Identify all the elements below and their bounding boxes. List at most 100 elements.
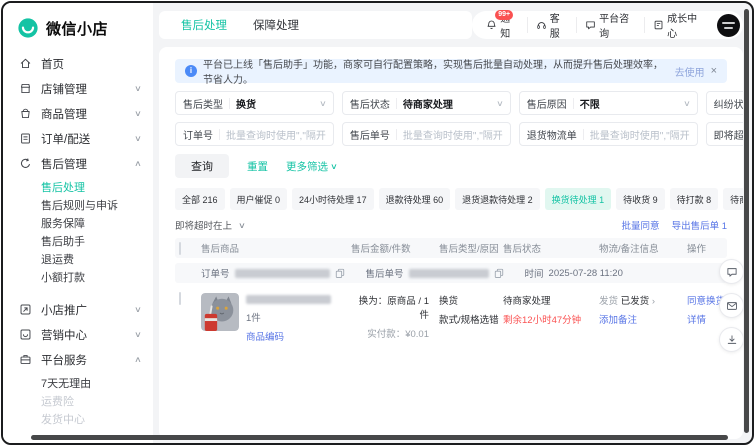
tab-guarantee-handle[interactable]: 保障处理 <box>253 17 299 33</box>
sidebar-item-7day-no-reason[interactable]: 7天无理由 <box>3 374 153 392</box>
arrow-right-icon: › <box>652 296 655 307</box>
close-icon[interactable]: × <box>711 65 717 77</box>
status-cell: 待商家处理 剩余12小时47分钟 <box>503 293 599 326</box>
sidebar-item-freight-insurance[interactable]: 运费险 <box>3 392 153 410</box>
paid-amount: 实付款：¥0.01 <box>351 326 429 340</box>
filter-return-tracking-input[interactable]: 退货物流单 批量查询时使用","隔开 <box>519 122 698 146</box>
chevron-down-icon: ∨ <box>134 109 142 118</box>
horizontal-scrollbar[interactable] <box>31 435 728 440</box>
more-filters-button[interactable]: 更多筛选 ∨ <box>286 159 337 174</box>
product-image <box>201 293 239 331</box>
return-tracking-placeholder: 批量查询时使用","隔开 <box>590 127 690 142</box>
floating-toolbar <box>719 259 744 352</box>
customer-service-button[interactable]: 客服 <box>527 17 576 33</box>
status-tab-await-payment[interactable]: 待打款 8 <box>670 188 719 210</box>
col-header-logistics: 物流/备注信息 <box>599 241 687 255</box>
ship-status-link[interactable]: 已发货 <box>621 296 650 307</box>
marketing-icon <box>19 328 33 342</box>
aftersales-panel: i 平台已上线「售后助手」功能，商家可自行配置策略，实现售后批量自动处理，从而提… <box>159 47 743 439</box>
query-button[interactable]: 查询 <box>175 154 229 178</box>
page-tabs: 售后处理 保障处理 <box>159 11 472 39</box>
storefront-icon <box>19 82 33 96</box>
tab-aftersales-handle[interactable]: 售后处理 <box>181 17 227 33</box>
filter-expiring-soon[interactable]: 即将超时 不限 ∨ <box>706 122 743 146</box>
chevron-down-icon: ∨ <box>683 99 691 108</box>
sidebar-item-aftersales-rules[interactable]: 售后规则与申诉 <box>3 196 153 214</box>
sku-code-link[interactable]: 商品编码 <box>246 332 284 343</box>
sidebar-item-service-guarantee[interactable]: 服务保障 <box>3 214 153 232</box>
platform-submenu: 7天无理由 运费险 发货中心 <box>3 374 153 428</box>
growth-center-button[interactable]: 成长中心 <box>644 17 712 33</box>
notifications-button[interactable]: 通知 99+ <box>478 17 526 33</box>
copy-icon[interactable] <box>335 268 345 278</box>
filter-aftersale-status[interactable]: 售后状态 待商家处理 ∨ <box>342 91 511 115</box>
platform-consult-button[interactable]: 平台咨询 <box>576 17 644 33</box>
filter-dispute-status[interactable]: 纠纷状态 不限 ∨ <box>706 91 743 115</box>
amount-cell: 换为：原商品 / 1件 实付款：¥0.01 <box>351 293 439 340</box>
mail-float-button[interactable] <box>719 293 744 318</box>
col-header-amount: 售后金额/件数 <box>351 241 439 255</box>
chevron-down-icon: ∨ <box>134 330 142 339</box>
sidebar-item-orders[interactable]: 订单/配送 ∨ <box>3 126 153 151</box>
filter-order-number-input[interactable]: 订单号 批量查询时使用","隔开 <box>175 122 334 146</box>
download-float-button[interactable] <box>719 327 744 352</box>
status-tab-refund-pending[interactable]: 退款待处理 60 <box>379 188 451 210</box>
sidebar-item-return-freight[interactable]: 退运费 <box>3 250 153 268</box>
vertical-scrollbar[interactable] <box>744 9 749 433</box>
sort-selector[interactable]: 即将超时在上 ∨ <box>175 218 245 232</box>
status-tab-exchange-pending[interactable]: 换货待处理 1 <box>545 188 612 210</box>
chevron-down-icon: ∨ <box>134 305 142 314</box>
status-tab-await-receipt[interactable]: 待收货 9 <box>616 188 665 210</box>
sidebar-item-home[interactable]: 首页 <box>3 51 153 76</box>
add-note-link[interactable]: 添加备注 <box>599 312 687 326</box>
sidebar-item-promotion[interactable]: 小店推广 ∨ <box>3 297 153 322</box>
col-header-actions: 操作 <box>687 241 723 255</box>
filter-actions: 查询 重置 更多筛选 ∨ <box>175 154 727 178</box>
status-tab-user-urge[interactable]: 用户催促 0 <box>230 188 288 210</box>
message-float-button[interactable] <box>719 259 744 284</box>
product-cell: 1件 商品编码 <box>201 293 351 343</box>
status-tab-await-evidence[interactable]: 待商家补充凭证 0 <box>723 188 743 210</box>
chevron-down-icon: ∨ <box>319 99 327 108</box>
shop-avatar[interactable] <box>717 14 740 37</box>
filter-aftersale-number-input[interactable]: 售后单号 批量查询时使用","隔开 <box>342 122 511 146</box>
status-tab-return-refund-pending[interactable]: 退货退款待处理 2 <box>455 188 540 210</box>
export-aftersales-link[interactable]: 导出售后单 1 <box>672 218 727 232</box>
product-qty: 1件 <box>246 310 331 324</box>
header-actions: 通知 99+ 客服 平台咨询 成长中心 <box>472 11 743 39</box>
ship-label: 发货 <box>599 296 618 307</box>
info-icon: i <box>185 65 197 77</box>
notice-use-link[interactable]: 去使用 <box>675 64 705 79</box>
cat-photo <box>201 293 239 331</box>
app-window: 微信小店 首页 店铺管理 ∨ 商品管理 ∨ 订单/配送 ∨ 售后管理 ∧ 售后处… <box>1 1 754 445</box>
notice-banner: i 平台已上线「售后助手」功能，商家可自行配置策略，实现售后批量自动处理，从而提… <box>175 59 727 83</box>
sidebar-item-aftersales-assistant[interactable]: 售后助手 <box>3 232 153 250</box>
sidebar-item-marketing[interactable]: 营销中心 ∨ <box>3 322 153 347</box>
briefcase-icon <box>19 353 33 367</box>
select-all-checkbox[interactable] <box>179 242 181 255</box>
filter-aftersale-type[interactable]: 售后类型 换货 ∨ <box>175 91 334 115</box>
document-icon <box>653 19 664 31</box>
status-tab-all[interactable]: 全部 216 <box>175 188 225 210</box>
sidebar-item-product-mgmt[interactable]: 商品管理 ∨ <box>3 101 153 126</box>
sidebar-item-small-payment[interactable]: 小额打款 <box>3 268 153 286</box>
sidebar-item-shipping-center[interactable]: 发货中心 <box>3 410 153 428</box>
sidebar-item-aftersales-mgmt[interactable]: 售后管理 ∧ <box>3 151 153 176</box>
status-tab-bar: 全部 216 用户催促 0 24小时待处理 17 退款待处理 60 退货退款待处… <box>175 188 727 210</box>
row-checkbox[interactable] <box>179 292 181 305</box>
table-row: 1件 商品编码 换为：原商品 / 1件 实付款：¥0.01 换货 款式/规格选错… <box>175 283 727 357</box>
col-header-status: 售后状态 <box>503 241 599 255</box>
aftersale-number-placeholder: 批量查询时使用","隔开 <box>403 127 503 142</box>
notice-text: 平台已上线「售后助手」功能，商家可自行配置策略，实现售后批量自动处理，从而提升售… <box>203 56 667 86</box>
chevron-down-icon: ∨ <box>134 84 142 93</box>
sidebar-item-store-mgmt[interactable]: 店铺管理 ∨ <box>3 76 153 101</box>
copy-icon[interactable] <box>494 268 504 278</box>
col-header-product: 售后商品 <box>201 241 351 255</box>
batch-agree-link[interactable]: 批量同意 <box>622 218 660 232</box>
reset-button[interactable]: 重置 <box>247 159 268 174</box>
sidebar-item-aftersales-handle[interactable]: 售后处理 <box>3 178 153 196</box>
filter-aftersale-reason[interactable]: 售后原因 不限 ∨ <box>519 91 698 115</box>
status-tab-24h-pending[interactable]: 24小时待处理 17 <box>292 188 374 210</box>
chevron-up-icon: ∧ <box>134 159 142 168</box>
sidebar-item-platform-services[interactable]: 平台服务 ∧ <box>3 347 153 372</box>
